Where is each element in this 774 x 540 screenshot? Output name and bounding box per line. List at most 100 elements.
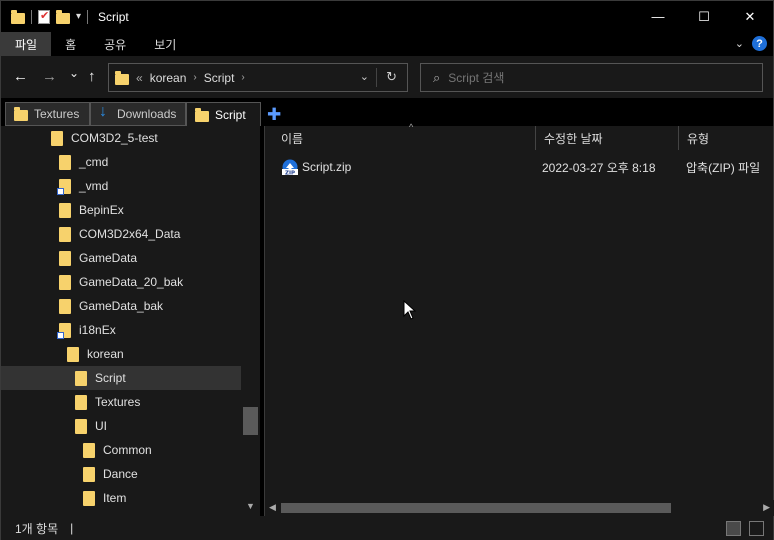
tree-scrollbar[interactable] xyxy=(242,126,259,516)
folder-icon xyxy=(59,154,71,170)
column-header-modified[interactable]: 수정한 날짜 xyxy=(536,126,679,150)
tree-item[interactable]: UI xyxy=(1,414,241,438)
item-count: 1개 항목 xyxy=(15,521,59,536)
tree-item[interactable]: GameData_20_bak xyxy=(1,270,241,294)
search-input[interactable] xyxy=(448,70,749,85)
status-separator: | xyxy=(70,521,74,535)
search-box[interactable]: ⌕ xyxy=(420,63,763,92)
maximize-button[interactable]: ☐ xyxy=(681,1,727,32)
file-type: 압축(ZIP) 파일 xyxy=(686,160,761,175)
help-icon[interactable]: ? xyxy=(752,36,767,51)
tab-file[interactable]: 파일 xyxy=(1,32,52,56)
horizontal-scrollbar-thumb[interactable] xyxy=(281,503,671,513)
breadcrumb-chevron-icon[interactable]: › xyxy=(193,72,196,83)
tab-label: Script xyxy=(215,107,246,122)
file-name: Script.zip xyxy=(302,160,352,174)
breadcrumb-script[interactable]: Script xyxy=(204,71,235,85)
mouse-cursor-icon xyxy=(403,300,417,320)
breadcrumb-overflow[interactable]: « xyxy=(136,71,143,85)
scroll-left-icon[interactable]: ◀ xyxy=(269,502,276,513)
folder-icon xyxy=(11,9,25,24)
folder-icon xyxy=(75,418,87,434)
svg-text:ZIP: ZIP xyxy=(285,170,295,175)
column-header-type[interactable]: 유형 xyxy=(679,126,774,150)
horizontal-scrollbar[interactable]: ◀ ▶ xyxy=(265,500,774,516)
tab-view[interactable]: 보기 xyxy=(140,32,190,56)
large-icons-view-icon[interactable] xyxy=(749,521,764,536)
close-button[interactable]: ✕ xyxy=(727,1,773,32)
scroll-right-icon[interactable]: ▶ xyxy=(763,502,770,513)
tree-item[interactable]: GameData_bak xyxy=(1,294,241,318)
tree-item[interactable]: COM3D2_5-test xyxy=(1,126,241,150)
address-dropdown-icon[interactable]: ⌄ xyxy=(360,70,369,83)
download-icon xyxy=(99,103,111,121)
details-view-icon[interactable] xyxy=(726,521,741,536)
tree-item-label: Textures xyxy=(95,395,141,409)
tab-textures[interactable]: Textures xyxy=(5,102,90,126)
tree-item[interactable]: korean xyxy=(1,342,241,366)
tree-item[interactable]: Dance xyxy=(1,462,241,486)
address-bar[interactable]: « korean › Script › ⌄ ↻ xyxy=(108,63,408,92)
tree-item[interactable]: COM3D2x64_Data xyxy=(1,222,241,246)
sort-indicator-icon: ^ xyxy=(409,122,414,132)
toolbar-separator xyxy=(31,9,32,24)
up-arrow-icon[interactable]: ↑ xyxy=(88,68,96,85)
folder-tabs: Textures Downloads Script ✚ xyxy=(1,98,773,126)
tab-home[interactable]: 홈 xyxy=(51,32,90,56)
back-arrow-icon[interactable]: ← xyxy=(13,68,28,85)
file-row[interactable]: ZIP Script.zip 2022-03-27 오후 8:18 압축(ZIP… xyxy=(265,156,774,178)
add-tab-icon[interactable]: ✚ xyxy=(267,105,281,125)
refresh-icon[interactable]: ↻ xyxy=(386,69,397,85)
folder-icon xyxy=(59,274,71,290)
tab-script[interactable]: Script xyxy=(186,102,261,126)
zip-icon: ZIP xyxy=(282,159,298,175)
address-divider xyxy=(376,68,377,87)
tree-scrollbar-thumb[interactable] xyxy=(243,407,258,435)
tree-item[interactable]: i18nEx xyxy=(1,318,241,342)
tree-item-label: GameData xyxy=(79,251,138,265)
breadcrumb-chevron-icon[interactable]: › xyxy=(241,72,244,83)
folder-icon xyxy=(83,442,95,458)
tree-item[interactable]: _cmd xyxy=(1,150,241,174)
breadcrumb-korean[interactable]: korean xyxy=(150,71,187,85)
tree-item[interactable]: BepinEx xyxy=(1,198,241,222)
status-bar: 1개 항목 | xyxy=(1,516,773,540)
tree-item[interactable]: _vmd xyxy=(1,174,241,198)
folder-shortcut-icon xyxy=(57,322,71,339)
new-folder-icon[interactable] xyxy=(56,9,70,24)
tab-downloads[interactable]: Downloads xyxy=(90,102,186,126)
quick-access-toolbar: ▾ Script xyxy=(1,1,129,32)
column-header-name[interactable]: 이름 ^ xyxy=(273,122,536,150)
tree-item[interactable]: GameData xyxy=(1,246,241,270)
scroll-down-icon[interactable]: ▼ xyxy=(246,501,255,511)
forward-arrow-icon[interactable]: → xyxy=(42,68,57,85)
folder-icon xyxy=(83,466,95,482)
tree-item[interactable]: Item xyxy=(1,486,241,510)
tree-item-label: i18nEx xyxy=(79,323,116,337)
folder-icon xyxy=(59,226,71,242)
tree-item[interactable]: Script xyxy=(1,366,241,390)
minimize-button[interactable]: — xyxy=(635,1,681,32)
tab-label: Downloads xyxy=(117,107,177,121)
title-bar: ▾ Script — ☐ ✕ xyxy=(1,1,773,32)
folder-icon xyxy=(115,70,129,85)
tree-item[interactable]: Common xyxy=(1,438,241,462)
ribbon-tabs: 파일 홈 공유 보기 ⌄ ? xyxy=(1,32,773,56)
navigation-tree: COM3D2_5-test _cmd _vmd BepinEx COM3D2x64_Da… xyxy=(1,126,260,516)
customize-toolbar-icon[interactable]: ▾ xyxy=(76,11,81,22)
column-label: 유형 xyxy=(687,131,710,146)
file-modified: 2022-03-27 오후 8:18 xyxy=(542,160,656,175)
tree-item-label: UI xyxy=(95,419,107,433)
folder-icon xyxy=(51,130,63,146)
tree-item-label: BepinEx xyxy=(79,203,124,217)
tree-item-label: Script xyxy=(95,371,126,385)
tree-item[interactable]: Textures xyxy=(1,390,241,414)
folder-icon xyxy=(83,490,95,506)
tree-item-label: _vmd xyxy=(79,179,109,193)
recent-locations-icon[interactable]: ⌄ xyxy=(69,66,79,80)
ribbon-right-controls: ⌄ ? xyxy=(735,36,767,51)
tab-share[interactable]: 공유 xyxy=(90,32,140,56)
tree-item-label: _cmd xyxy=(79,155,109,169)
properties-icon[interactable] xyxy=(38,9,50,24)
chevron-down-icon[interactable]: ⌄ xyxy=(735,37,744,50)
